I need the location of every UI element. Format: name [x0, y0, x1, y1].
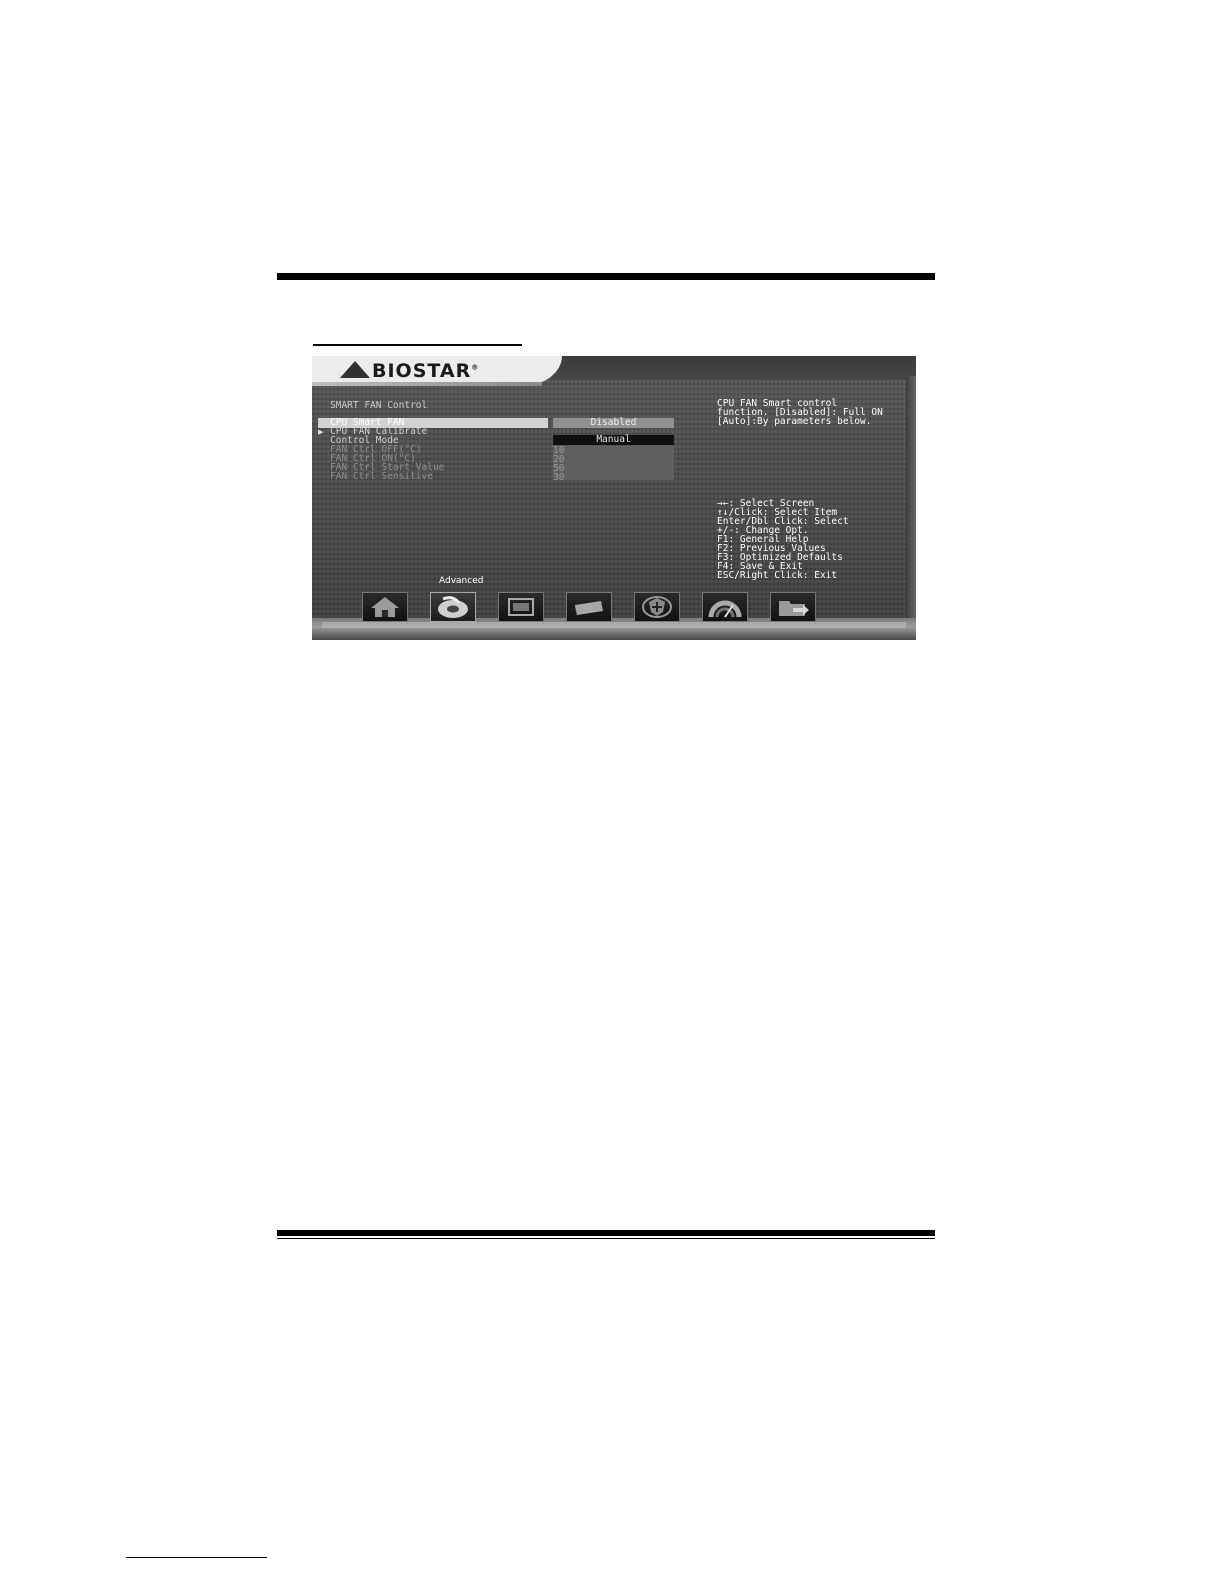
- help-line: [Auto]:By parameters below.: [717, 416, 872, 427]
- top-band: [542, 356, 916, 380]
- menu-title: SMART FAN Control: [330, 400, 428, 411]
- fan-ctrl-sensitive-value[interactable]: 30: [553, 473, 564, 483]
- brand-logo: BIOSTAR®: [372, 360, 480, 382]
- page-top-rule: [277, 273, 935, 280]
- logo-panel: BIOSTAR®: [312, 356, 562, 386]
- caption-underline: [313, 344, 522, 346]
- footnote-separator: [126, 1557, 267, 1558]
- performance-gauge-icon: [708, 600, 742, 618]
- nav-home-button[interactable]: [362, 592, 408, 622]
- nav-boot-button[interactable]: [566, 592, 612, 622]
- key-hint: ESC/Right Click: Exit: [717, 570, 838, 581]
- chipset-icon: [508, 598, 534, 616]
- right-frame-edge: [906, 376, 916, 640]
- control-mode-value[interactable]: Manual: [553, 435, 674, 445]
- advanced-disc-icon: [438, 596, 468, 618]
- page-bottom-thin-rule: [277, 1238, 935, 1239]
- nav-performance-button[interactable]: [702, 592, 748, 622]
- security-shield-icon: [642, 596, 672, 618]
- active-tab-label: Advanced: [439, 576, 484, 586]
- page-bottom-rule: [277, 1230, 935, 1236]
- nav-save-exit-button[interactable]: [770, 592, 816, 622]
- bios-screenshot: BIOSTAR® SMART FAN Control CPU Smart FAN…: [312, 356, 916, 640]
- save-exit-folder-icon: [779, 601, 809, 616]
- numeric-value-panel: [553, 446, 674, 480]
- menu-item-fan-ctrl-sensitive[interactable]: FAN Ctrl Sensitive: [330, 472, 433, 482]
- cpu-smart-fan-value[interactable]: Disabled: [553, 418, 674, 428]
- submenu-arrow-icon: ▶: [318, 428, 324, 436]
- help-description: CPU FAN Smart control function. [Disable…: [717, 399, 883, 427]
- nav-security-button[interactable]: [634, 592, 680, 622]
- home-icon: [371, 597, 399, 617]
- biostar-logo-icon: [340, 361, 370, 378]
- nav-chipset-button[interactable]: [498, 592, 544, 622]
- nav-advanced-button[interactable]: [430, 592, 476, 622]
- boot-drive-icon: [575, 601, 603, 617]
